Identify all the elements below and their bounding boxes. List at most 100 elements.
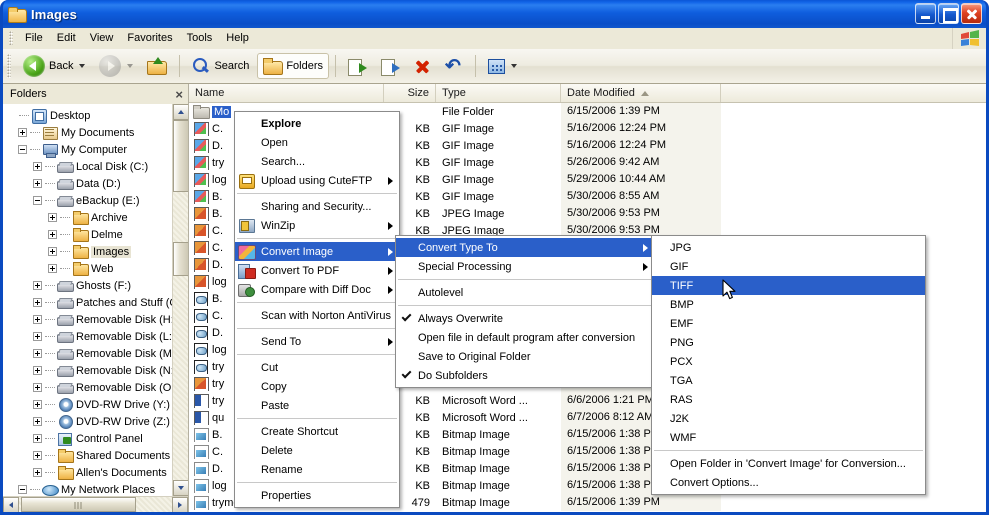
- menu-file[interactable]: File: [18, 30, 50, 46]
- menu-item-wmf[interactable]: WMF: [652, 428, 925, 447]
- tree-item-removable-disk-m[interactable]: Removable Disk (M:): [7, 345, 172, 362]
- menu-help[interactable]: Help: [219, 30, 256, 46]
- tree-item-shared-documents[interactable]: Shared Documents: [7, 447, 172, 464]
- tree-item-ghosts-f[interactable]: Ghosts (F:): [7, 277, 172, 294]
- menu-item-j2k[interactable]: J2K: [652, 409, 925, 428]
- menu-item-delete[interactable]: Delete: [235, 441, 399, 460]
- undo-button[interactable]: ↶: [439, 53, 469, 79]
- menu-item-gif[interactable]: GIF: [652, 257, 925, 276]
- menu-item-search[interactable]: Search...: [235, 152, 399, 171]
- menu-view[interactable]: View: [83, 30, 121, 46]
- menu-item-explore[interactable]: Explore: [235, 114, 399, 133]
- up-button[interactable]: [141, 53, 173, 79]
- tree-item-removable-disk-h[interactable]: Removable Disk (H:): [7, 311, 172, 328]
- expand-icon[interactable]: [33, 434, 42, 443]
- menu-item-png[interactable]: PNG: [652, 333, 925, 352]
- expand-icon[interactable]: [33, 383, 42, 392]
- expand-icon[interactable]: [33, 298, 42, 307]
- back-button[interactable]: Back: [17, 53, 91, 79]
- menu-item-properties[interactable]: Properties: [235, 486, 399, 505]
- copy-to-button[interactable]: [375, 53, 406, 79]
- menu-item-open-file-in-default-program-after-conversion[interactable]: Open file in default program after conve…: [396, 328, 654, 347]
- menu-item-upload-using-cuteftp[interactable]: Upload using CuteFTP: [235, 171, 399, 190]
- scroll-down-button[interactable]: [172, 480, 188, 496]
- expand-icon[interactable]: [33, 366, 42, 375]
- forward-button[interactable]: [93, 53, 139, 79]
- expand-icon[interactable]: [48, 213, 57, 222]
- hscroll-track[interactable]: [19, 497, 172, 512]
- scroll-track[interactable]: [172, 120, 188, 480]
- expand-icon[interactable]: [33, 451, 42, 460]
- tree-item-data-d[interactable]: Data (D:): [7, 175, 172, 192]
- tree-item-removable-disk-o[interactable]: Removable Disk (O:): [7, 379, 172, 396]
- tree-item-patches-and-stuff-g[interactable]: Patches and Stuff (G:): [7, 294, 172, 311]
- column-header-date-modified[interactable]: Date Modified: [561, 84, 721, 102]
- menu-item-bmp[interactable]: BMP: [652, 295, 925, 314]
- menu-item-cut[interactable]: Cut: [235, 358, 399, 377]
- menu-item-paste[interactable]: Paste: [235, 396, 399, 415]
- folders-horizontal-scrollbar[interactable]: [3, 496, 188, 512]
- scroll-thumb-lower[interactable]: [172, 242, 188, 276]
- menu-item-tga[interactable]: TGA: [652, 371, 925, 390]
- menu-edit[interactable]: Edit: [50, 30, 83, 46]
- column-header-size[interactable]: Size: [384, 84, 436, 102]
- move-to-button[interactable]: [342, 53, 373, 79]
- menu-item-convert-to-pdf[interactable]: Convert To PDF: [235, 261, 399, 280]
- title-bar[interactable]: Images: [3, 0, 986, 28]
- tree-item-removable-disk-n[interactable]: Removable Disk (N:): [7, 362, 172, 379]
- expand-icon[interactable]: [48, 230, 57, 239]
- menu-item-save-to-original-folder[interactable]: Save to Original Folder: [396, 347, 654, 366]
- menu-item-convert-type-to[interactable]: Convert Type To: [396, 238, 654, 257]
- menu-item-winzip[interactable]: WinZip: [235, 216, 399, 235]
- tree-item-delme[interactable]: Delme: [7, 226, 172, 243]
- maximize-button[interactable]: [938, 3, 959, 24]
- tree-item-removable-disk-l[interactable]: Removable Disk (L:): [7, 328, 172, 345]
- folders-button[interactable]: Folders: [257, 53, 330, 79]
- column-header-name[interactable]: Name: [189, 84, 384, 102]
- menu-item-jpg[interactable]: JPG: [652, 238, 925, 257]
- expand-icon[interactable]: [33, 349, 42, 358]
- expand-icon[interactable]: [33, 179, 42, 188]
- menu-tools[interactable]: Tools: [180, 30, 220, 46]
- tree-item-web[interactable]: Web: [7, 260, 172, 277]
- close-button[interactable]: [961, 3, 982, 24]
- tree-item-images[interactable]: Images: [7, 243, 172, 260]
- expand-icon[interactable]: [18, 128, 27, 137]
- menu-item-autolevel[interactable]: Autolevel: [396, 283, 654, 302]
- scroll-right-button[interactable]: [172, 497, 188, 512]
- expand-icon[interactable]: [33, 332, 42, 341]
- menu-item-pcx[interactable]: PCX: [652, 352, 925, 371]
- back-dropdown-icon[interactable]: [79, 64, 86, 68]
- menu-item-always-overwrite[interactable]: Always Overwrite: [396, 309, 654, 328]
- tree-item-archive[interactable]: Archive: [7, 209, 172, 226]
- menu-item-copy[interactable]: Copy: [235, 377, 399, 396]
- search-button[interactable]: Search: [186, 53, 255, 79]
- expand-icon[interactable]: [33, 468, 42, 477]
- scroll-thumb[interactable]: [172, 120, 188, 192]
- menu-item-convert-image[interactable]: Convert Image: [235, 242, 399, 261]
- menu-item-send-to[interactable]: Send To: [235, 332, 399, 351]
- menu-item-compare-with-diff-doc[interactable]: Compare with Diff Doc: [235, 280, 399, 299]
- expand-icon[interactable]: [48, 264, 57, 273]
- expand-icon[interactable]: [33, 281, 42, 290]
- tree-item-dvd-rw-drive-z[interactable]: DVD-RW Drive (Z:): [7, 413, 172, 430]
- menu-item-scan-with-norton-antivirus[interactable]: Scan with Norton AntiVirus: [235, 306, 399, 325]
- views-dropdown-icon[interactable]: [511, 64, 518, 68]
- forward-dropdown-icon[interactable]: [127, 64, 134, 68]
- minimize-button[interactable]: [915, 3, 936, 24]
- views-button[interactable]: [482, 53, 523, 79]
- tree-item-my-documents[interactable]: My Documents: [7, 124, 172, 141]
- folders-vertical-scrollbar[interactable]: [172, 104, 188, 496]
- menu-item-special-processing[interactable]: Special Processing: [396, 257, 654, 276]
- scroll-up-button[interactable]: [172, 104, 188, 120]
- tree-item-dvd-rw-drive-y[interactable]: DVD-RW Drive (Y:): [7, 396, 172, 413]
- menu-favorites[interactable]: Favorites: [120, 30, 179, 46]
- menubar-grip[interactable]: [9, 31, 13, 45]
- column-header-type[interactable]: Type: [436, 84, 561, 102]
- expand-icon[interactable]: [33, 315, 42, 324]
- menu-item-sharing-and-security[interactable]: Sharing and Security...: [235, 197, 399, 216]
- menu-item-open-folder-in-convert-image-for-conversion[interactable]: Open Folder in 'Convert Image' for Conve…: [652, 454, 925, 473]
- close-icon[interactable]: ×: [175, 88, 183, 101]
- tree-item-ebackup-e[interactable]: eBackup (E:): [7, 192, 172, 209]
- toolbar-grip[interactable]: [7, 54, 11, 78]
